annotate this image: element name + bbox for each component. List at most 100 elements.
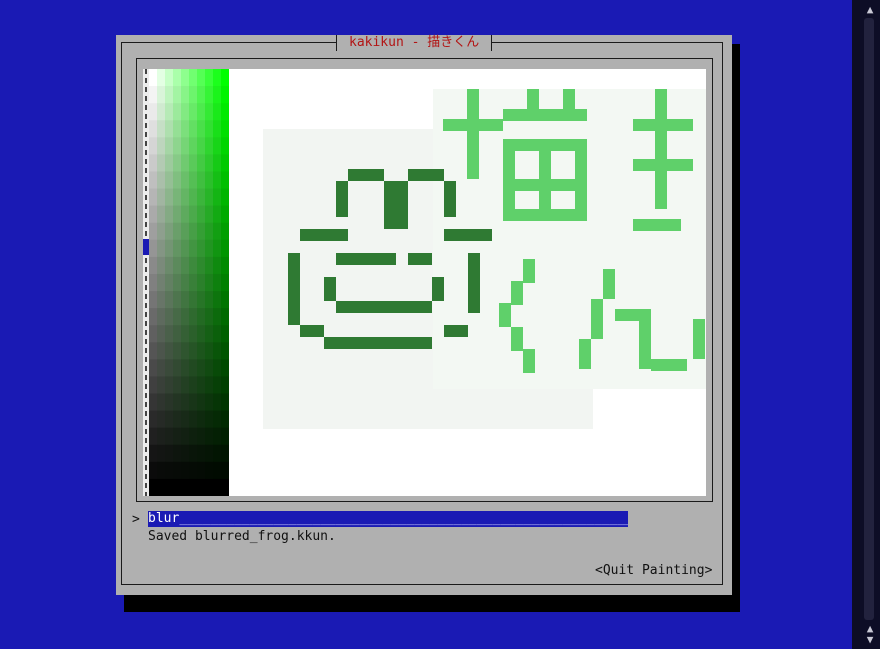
palette-swatch (221, 256, 229, 275)
palette-swatch (221, 444, 229, 463)
palette-swatch (221, 478, 229, 496)
palette-swatch (213, 154, 222, 172)
palette-swatch (181, 256, 190, 275)
palette-swatch (197, 308, 206, 326)
palette-swatch (197, 273, 206, 292)
palette-swatch (221, 393, 229, 412)
command-prompt: > (132, 512, 140, 527)
palette-swatch (149, 325, 158, 343)
palette-swatch (197, 69, 206, 87)
palette-swatch (165, 325, 174, 343)
palette-swatch (165, 273, 174, 292)
palette-swatch (189, 205, 198, 224)
palette-swatch (221, 222, 229, 241)
palette-swatch (205, 188, 214, 207)
palette-swatch (205, 103, 214, 121)
palette-swatch (221, 137, 229, 155)
palette-swatch (173, 239, 182, 258)
palette-swatch (181, 478, 190, 496)
text-stroke (563, 89, 575, 119)
palette-swatch (173, 222, 182, 241)
palette-swatch (173, 342, 182, 360)
palette-swatch (149, 376, 158, 395)
palette-swatch (197, 325, 206, 343)
palette-swatch (197, 171, 206, 190)
text-stroke (591, 299, 603, 339)
frog-stroke (336, 253, 396, 265)
frog-stroke (288, 253, 300, 325)
frog-stroke (444, 181, 456, 217)
palette-swatch (149, 256, 158, 275)
caret-down-icon[interactable]: ▼ (863, 634, 877, 645)
palette-swatch (149, 427, 158, 446)
palette-swatch (197, 103, 206, 121)
palette-swatch (213, 393, 222, 412)
paint-canvas[interactable] (143, 69, 706, 496)
palette-swatch (213, 291, 222, 309)
palette-swatch (189, 461, 198, 480)
palette-swatch (173, 273, 182, 292)
text-stroke (503, 139, 515, 219)
palette-swatch (221, 120, 229, 138)
palette-swatch (197, 393, 206, 412)
palette-swatch (165, 86, 174, 104)
color-palette[interactable] (149, 69, 229, 496)
palette-swatch (197, 137, 206, 155)
palette-swatch (157, 325, 166, 343)
text-stroke (511, 281, 523, 305)
palette-swatch (181, 120, 190, 138)
palette-swatch (181, 427, 190, 446)
palette-swatch (157, 376, 166, 395)
palette-swatch (181, 444, 190, 463)
palette-swatch (149, 461, 158, 480)
palette-swatch (165, 239, 174, 258)
palette-swatch (189, 325, 198, 343)
frog-stroke (408, 253, 432, 265)
palette-swatch (213, 308, 222, 326)
text-stroke (499, 303, 511, 327)
palette-swatch (157, 461, 166, 480)
palette-swatch (205, 222, 214, 241)
palette-swatch (173, 154, 182, 172)
palette-swatch (165, 427, 174, 446)
text-stroke (603, 269, 615, 299)
palette-swatch (149, 154, 158, 172)
text-stroke (579, 339, 591, 369)
palette-swatch (181, 103, 190, 121)
scrollbar-track[interactable] (864, 18, 874, 620)
palette-swatch (189, 120, 198, 138)
text-stroke (523, 349, 535, 373)
frog-stroke (324, 337, 432, 349)
palette-swatch (181, 325, 190, 343)
palette-swatch (173, 291, 182, 309)
palette-swatch (221, 325, 229, 343)
command-fill: ________________________________________… (179, 511, 628, 526)
palette-swatch (173, 188, 182, 207)
palette-swatch (205, 171, 214, 190)
palette-swatch (165, 205, 174, 224)
palette-swatch (157, 120, 166, 138)
palette-swatch (157, 410, 166, 429)
palette-swatch (205, 359, 214, 377)
palette-swatch (149, 188, 158, 207)
palette-swatch (149, 393, 158, 412)
palette-swatch (197, 427, 206, 446)
palette-swatch (221, 291, 229, 309)
palette-swatch (189, 478, 198, 496)
palette-swatch (197, 222, 206, 241)
palette-swatch (205, 120, 214, 138)
palette-swatch (221, 308, 229, 326)
text-stroke (539, 139, 551, 219)
palette-swatch (173, 308, 182, 326)
caret-up-icon[interactable]: ▲ (863, 4, 877, 15)
palette-swatch (173, 427, 182, 446)
command-input[interactable]: blur____________________________________… (148, 511, 628, 527)
palette-swatch (221, 239, 229, 258)
palette-swatch (205, 256, 214, 275)
quit-painting-button[interactable]: <Quit Painting> (595, 563, 712, 579)
palette-swatch (221, 86, 229, 104)
palette-swatch (213, 120, 222, 138)
palette-swatch (149, 410, 158, 429)
palette-swatch (165, 461, 174, 480)
palette-swatch (205, 273, 214, 292)
